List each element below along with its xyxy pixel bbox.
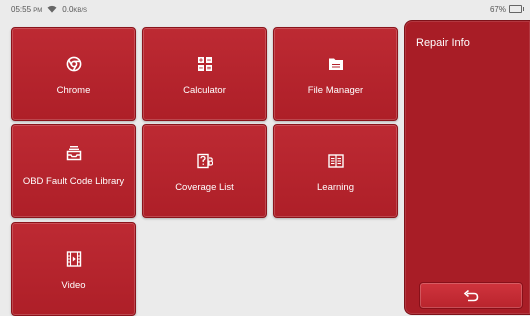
chrome-icon — [66, 56, 81, 72]
tile-obd-fault-code-library[interactable]: OBD Fault Code Library — [11, 124, 136, 218]
battery-icon — [509, 5, 524, 13]
network-speed-value: 0.0 — [62, 4, 74, 14]
tile-calculator[interactable]: Calculator — [142, 27, 267, 121]
film-icon — [66, 251, 81, 267]
network-speed: 0.0KB/S — [62, 5, 87, 14]
tile-learning[interactable]: Learning — [273, 124, 398, 218]
tile-calculator-label: Calculator — [183, 85, 226, 96]
tile-coverage-list[interactable]: Coverage List — [142, 124, 267, 218]
back-button[interactable] — [419, 282, 523, 309]
clock-suffix: PM — [33, 7, 43, 14]
folder-icon — [328, 58, 343, 70]
clock: 05:55 PM — [11, 5, 42, 14]
tile-learning-label: Learning — [317, 182, 354, 193]
repair-info-panel: Repair Info — [404, 20, 530, 315]
battery-level: 67% — [489, 4, 506, 14]
clock-time: 05:55 — [11, 4, 32, 14]
network-speed-unit: KB/S — [73, 7, 88, 14]
back-arrow-icon — [463, 289, 479, 301]
tile-file-manager-label: File Manager — [307, 85, 364, 96]
status-right: 67% — [489, 4, 524, 14]
tile-chrome-label: Chrome — [56, 85, 91, 96]
tile-chrome[interactable]: Chrome — [11, 27, 136, 121]
learning-icon — [327, 154, 344, 168]
status-left: 05:55 PM 0.0KB/S — [11, 5, 87, 14]
status-bar: 05:55 PM 0.0KB/S 67% — [0, 0, 530, 18]
tile-obd-label: OBD Fault Code Library — [22, 176, 125, 187]
repair-info-title: Repair Info — [416, 37, 470, 49]
tile-video-label: Video — [61, 280, 86, 291]
tile-file-manager[interactable]: File Manager — [273, 27, 398, 121]
tile-coverage-list-label: Coverage List — [175, 182, 234, 193]
coverage-list-icon — [196, 153, 213, 169]
calculator-icon — [197, 57, 212, 71]
inbox-icon — [66, 146, 81, 161]
wifi-icon — [47, 5, 57, 13]
tile-video[interactable]: Video — [11, 222, 136, 316]
